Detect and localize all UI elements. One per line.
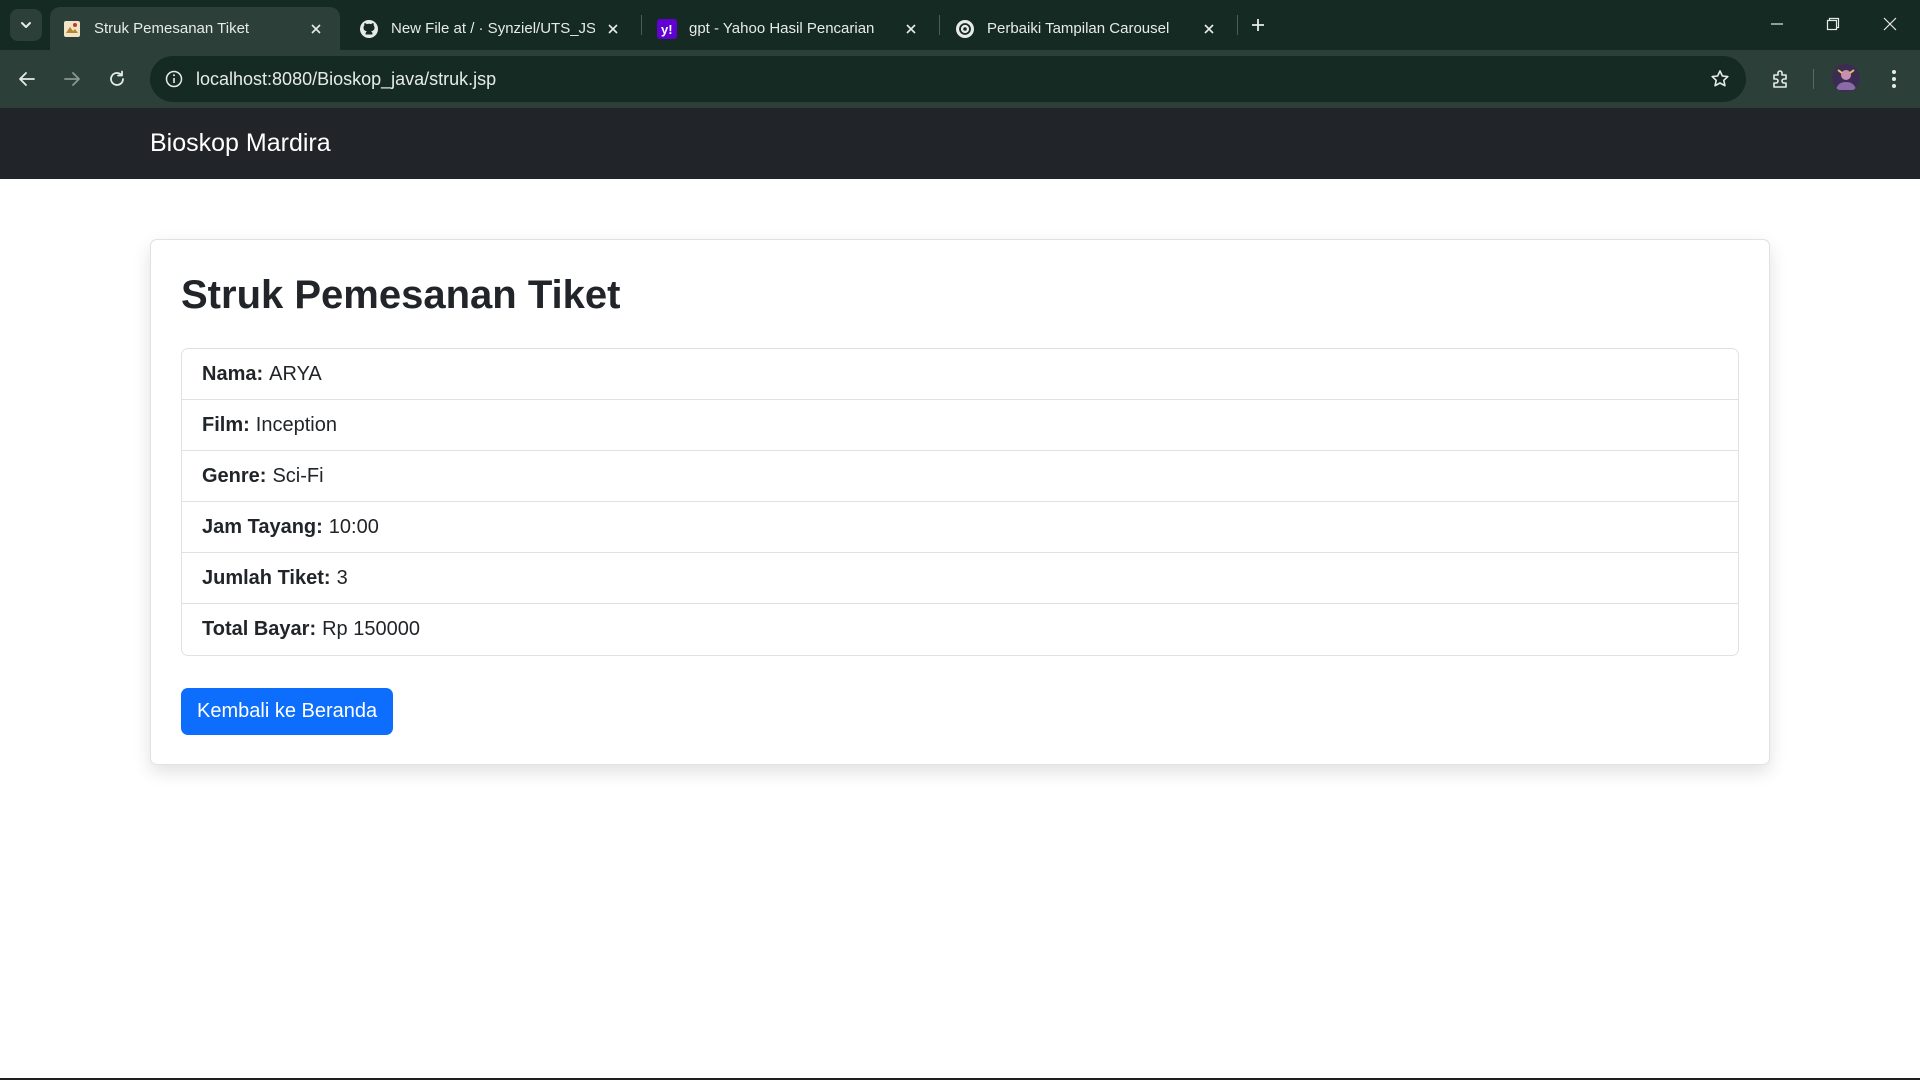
detail-label: Genre: bbox=[202, 464, 267, 487]
extensions-button[interactable] bbox=[1765, 63, 1797, 95]
detail-item-film: Film: Inception bbox=[182, 400, 1738, 451]
tab-struk[interactable]: Struk Pemesanan Tiket bbox=[50, 7, 340, 50]
tab-chatgpt[interactable]: Perbaiki Tampilan Carousel bbox=[943, 7, 1233, 50]
address-bar[interactable]: localhost:8080/Bioskop_java/struk.jsp bbox=[150, 56, 1746, 102]
detail-value: ARYA bbox=[269, 362, 322, 385]
reload-icon bbox=[110, 70, 124, 86]
toolbar-divider bbox=[1813, 69, 1814, 89]
yahoo-icon: y! bbox=[657, 18, 677, 39]
detail-value: 3 bbox=[336, 566, 348, 589]
forward-button[interactable] bbox=[54, 61, 90, 97]
arrow-right-icon bbox=[64, 72, 80, 86]
page-title: Struk Pemesanan Tiket bbox=[181, 273, 621, 317]
close-window-button[interactable] bbox=[1862, 0, 1918, 48]
site-navbar: Bioskop Mardira bbox=[0, 108, 1920, 179]
tab-divider bbox=[939, 15, 940, 35]
detail-label: Nama: bbox=[202, 362, 264, 385]
new-tab-button[interactable] bbox=[1244, 11, 1272, 39]
tab-search-button[interactable] bbox=[10, 9, 42, 41]
detail-item-jam-tayang: Jam Tayang: 10:00 bbox=[182, 502, 1738, 553]
tab-title: Struk Pemesanan Tiket bbox=[94, 20, 250, 37]
reload-button[interactable] bbox=[99, 61, 135, 97]
tab-divider bbox=[1237, 15, 1238, 35]
browser-toolbar: localhost:8080/Bioskop_java/struk.jsp bbox=[0, 50, 1920, 108]
detail-label: Film: bbox=[202, 413, 250, 436]
restore-button[interactable] bbox=[1805, 0, 1861, 48]
tab-strip: Struk Pemesanan Tiket New File at / · Sy… bbox=[0, 0, 1920, 50]
tab-yahoo[interactable]: y! gpt - Yahoo Hasil Pencarian bbox=[645, 7, 935, 50]
url-text: localhost:8080/Bioskop_java/struk.jsp bbox=[196, 69, 497, 89]
tab-title: gpt - Yahoo Hasil Pencarian bbox=[689, 20, 875, 37]
navbar-brand[interactable]: Bioskop Mardira bbox=[150, 129, 331, 158]
svg-text:y!: y! bbox=[661, 22, 673, 37]
openai-icon bbox=[955, 19, 975, 39]
detail-item-genre: Genre: Sci-Fi bbox=[182, 451, 1738, 502]
tab-divider bbox=[641, 15, 642, 35]
tab-github[interactable]: New File at / · Synziel/UTS_JSP_ bbox=[347, 7, 637, 50]
detail-label: Total Bayar: bbox=[202, 618, 317, 640]
close-icon[interactable] bbox=[603, 19, 623, 39]
menu-button[interactable] bbox=[1878, 63, 1910, 95]
close-icon[interactable] bbox=[901, 19, 921, 39]
bookmark-star-icon[interactable] bbox=[1708, 67, 1732, 91]
detail-item-nama: Nama: ARYA bbox=[182, 349, 1738, 400]
detail-item-total-bayar: Total Bayar: Rp 150000 bbox=[182, 604, 1738, 655]
close-icon[interactable] bbox=[1199, 19, 1219, 39]
chevron-down-icon bbox=[21, 22, 31, 28]
minimize-button[interactable] bbox=[1749, 0, 1805, 48]
detail-item-jumlah-tiket: Jumlah Tiket: 3 bbox=[182, 553, 1738, 604]
close-icon bbox=[1883, 17, 1897, 31]
detail-value: Inception bbox=[255, 413, 337, 436]
detail-value: Rp 150000 bbox=[322, 618, 420, 640]
detail-label: Jam Tayang: bbox=[202, 515, 323, 538]
more-vert-icon bbox=[1892, 70, 1896, 88]
back-button[interactable] bbox=[9, 61, 45, 97]
restore-icon bbox=[1826, 17, 1840, 31]
puzzle-icon bbox=[1773, 70, 1787, 88]
back-to-home-button[interactable]: Kembali ke Beranda bbox=[181, 688, 394, 735]
github-icon bbox=[359, 19, 379, 39]
detail-label: Jumlah Tiket: bbox=[202, 566, 331, 589]
arrow-left-icon bbox=[19, 72, 35, 86]
close-icon[interactable] bbox=[306, 19, 326, 39]
tab-title: Perbaiki Tampilan Carousel bbox=[987, 20, 1170, 37]
minimize-icon bbox=[1771, 23, 1783, 25]
plus-icon bbox=[1252, 19, 1264, 31]
tab-title: New File at / · Synziel/UTS_JSP_ bbox=[391, 20, 595, 37]
detail-value: Sci-Fi bbox=[272, 464, 324, 487]
cinema-icon bbox=[62, 19, 82, 39]
receipt-card: Struk Pemesanan Tiket Nama: ARYA Film: I… bbox=[150, 239, 1770, 765]
receipt-details-list: Nama: ARYA Film: Inception Genre: Sci-Fi… bbox=[181, 348, 1739, 656]
site-info-icon[interactable] bbox=[162, 67, 186, 91]
profile-avatar[interactable] bbox=[1832, 64, 1860, 92]
detail-value: 10:00 bbox=[328, 515, 379, 538]
